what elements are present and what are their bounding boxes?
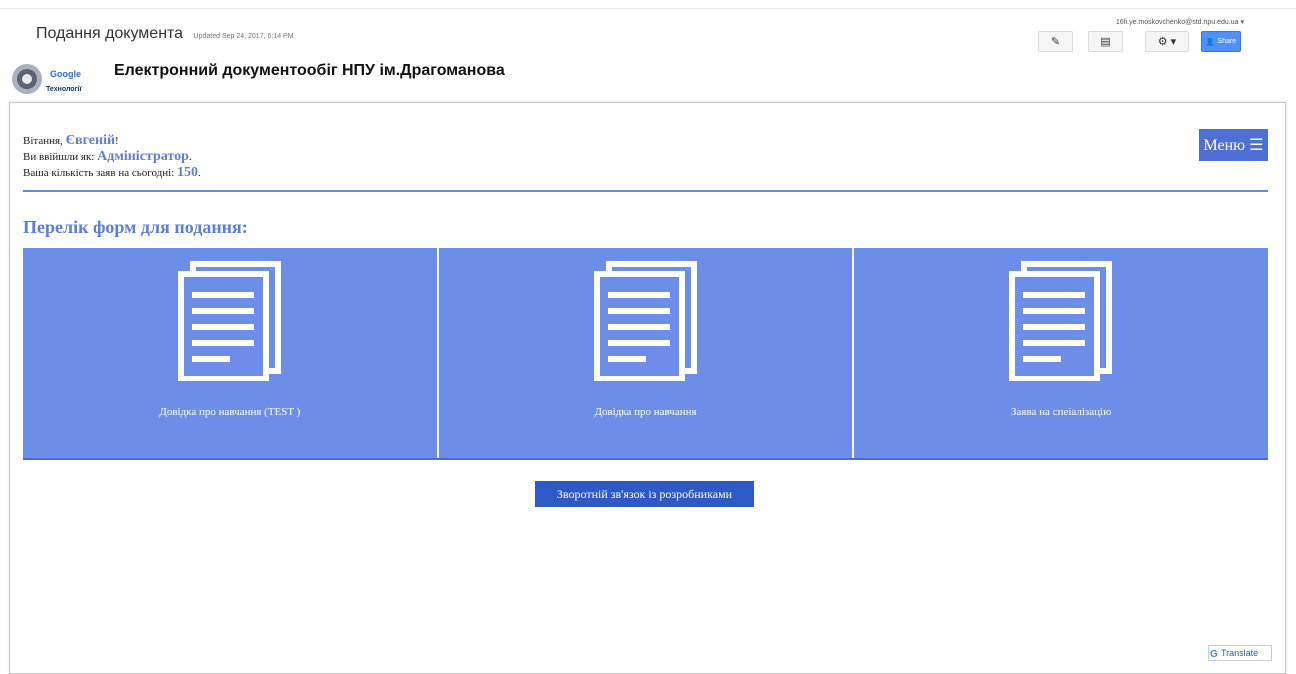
pencil-icon: ✎ xyxy=(1050,36,1061,48)
edit-button[interactable]: ✎ xyxy=(1038,31,1073,52)
browser-top-bar xyxy=(0,0,1296,9)
count-line: Ваша кількість заяв на сьогодні: 150. xyxy=(23,165,201,181)
request-count: 150 xyxy=(177,165,198,180)
user-greeting: Вітання, Євгеній! Ви ввійшли як: Адмініс… xyxy=(23,133,201,181)
greeting-line: Вітання, Євгеній! xyxy=(23,133,201,149)
form-card[interactable]: Довідка про навчання xyxy=(438,248,855,458)
site-logo: Google Технології xyxy=(12,64,82,94)
account-menu[interactable]: 16fi.ye.moskovchenko@std.npu.edu.ua ▾ xyxy=(1116,18,1244,26)
person-icon: 👤 xyxy=(1205,38,1215,46)
document-icon xyxy=(593,261,697,381)
user-email[interactable]: 16fi.ye.moskovchenko@std.npu.edu.ua xyxy=(1116,19,1239,26)
forms-heading: Перелік форм для подання: xyxy=(23,217,248,237)
page-header-title: Подання документа Updated Sep 24, 2017, … xyxy=(36,25,294,43)
user-role: Адміністратор xyxy=(97,149,189,164)
gear-icon: ⚙ ▾ xyxy=(1157,36,1177,48)
document-title: Подання документа xyxy=(36,25,184,42)
settings-button[interactable]: ⚙ ▾ xyxy=(1145,31,1189,52)
feedback-button[interactable]: Зворотній зв'язок із розробниками xyxy=(535,481,754,507)
document-icon xyxy=(1009,261,1113,381)
share-button[interactable]: 👤 Share xyxy=(1201,31,1241,52)
chevron-down-icon[interactable]: ▾ xyxy=(1240,19,1244,26)
section-divider xyxy=(23,190,1268,192)
count-suffix: . xyxy=(198,167,201,179)
role-prefix: Ви ввійшли як: xyxy=(23,151,98,163)
user-name: Євгеній xyxy=(65,133,116,148)
logo-subtext: Технології xyxy=(46,85,82,93)
svg-text:G: G xyxy=(1210,649,1218,658)
page-button[interactable]: ▤ xyxy=(1088,31,1123,52)
role-line: Ви ввійшли як: Адміністратор. xyxy=(23,149,201,165)
greeting-suffix: ! xyxy=(115,135,119,147)
translate-button[interactable]: G Translate xyxy=(1208,645,1272,661)
menu-label: Меню ☰ xyxy=(1203,137,1264,154)
greeting-prefix: Вітання, xyxy=(23,135,66,147)
form-card[interactable]: Довідка про навчання (TEST ) xyxy=(23,248,439,458)
document-icon xyxy=(177,261,281,381)
menu-button[interactable]: Меню ☰ xyxy=(1199,129,1268,161)
form-card-label: Довідка про навчання (TEST ) xyxy=(159,406,301,418)
forms-grid: Довідка про навчання (TEST ) Довідка про… xyxy=(23,248,1269,460)
role-suffix: . xyxy=(188,151,192,163)
updated-timestamp: Updated Sep 24, 2017, 6:14 PM xyxy=(193,33,294,40)
translate-label: Translate xyxy=(1221,648,1259,658)
page-icon: ▤ xyxy=(1100,36,1111,48)
count-prefix: Ваша кількість заяв на сьогодні: xyxy=(23,167,177,179)
form-card-label: Довідка про навчання xyxy=(594,406,697,418)
form-card-label: Заява на спеіалізацію xyxy=(1011,406,1112,418)
google-g-icon: G xyxy=(1209,648,1219,658)
form-card[interactable]: Заява на спеіалізацію xyxy=(854,248,1269,458)
site-title: Електронний документообіг НПУ ім.Драгома… xyxy=(114,62,505,79)
share-label: Share xyxy=(1217,38,1237,45)
logo-text: Google xyxy=(50,69,81,79)
